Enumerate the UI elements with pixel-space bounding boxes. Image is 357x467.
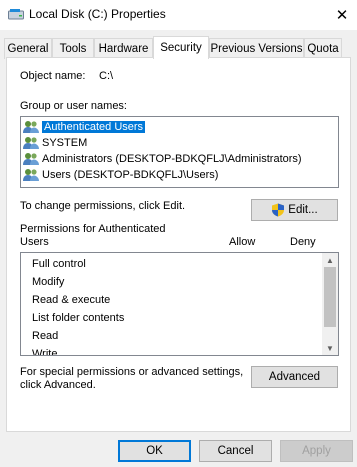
- title-bar[interactable]: Local Disk (C:) Properties ✕: [0, 0, 357, 30]
- cancel-button[interactable]: Cancel: [199, 440, 272, 462]
- permission-row: Modify: [32, 274, 64, 290]
- users-group-icon: [23, 121, 39, 133]
- scroll-down-icon[interactable]: ▼: [322, 341, 338, 355]
- object-name-label: Object name:: [20, 70, 86, 82]
- deny-column-header: Deny: [290, 236, 316, 248]
- permission-label: Modify: [32, 276, 65, 288]
- list-item-system[interactable]: SYSTEM: [23, 135, 341, 151]
- tab-quota[interactable]: Quota: [304, 38, 342, 59]
- advanced-hint-line1: For special permissions or advanced sett…: [20, 366, 244, 378]
- tab-strip: General Tools Hardware Security Previous…: [4, 36, 353, 59]
- close-button[interactable]: ✕: [327, 0, 357, 30]
- advanced-hint-line2: click Advanced.: [20, 379, 96, 391]
- advanced-button[interactable]: Advanced: [251, 366, 338, 388]
- apply-button-label: Apply: [302, 445, 331, 457]
- cancel-button-label: Cancel: [217, 445, 254, 457]
- tab-security[interactable]: Security: [153, 36, 209, 59]
- tab-tools[interactable]: Tools: [52, 38, 94, 59]
- security-panel: Object name: C:\ Group or user names: Au…: [6, 57, 351, 432]
- allow-column-header: Allow: [229, 236, 256, 248]
- user-label: Authenticated Users: [42, 121, 146, 133]
- users-group-icon: [23, 153, 39, 165]
- users-group-icon: [23, 169, 39, 181]
- edit-button-label: Edit...: [288, 204, 318, 216]
- permissions-title-line2: Users: [20, 236, 49, 248]
- permission-label: List folder contents: [32, 312, 125, 324]
- permissions-title-line1: Permissions for Authenticated: [20, 223, 166, 235]
- tab-general[interactable]: General: [4, 38, 52, 59]
- apply-button[interactable]: Apply: [280, 440, 353, 462]
- permission-label: Full control: [32, 258, 86, 270]
- tab-label: General: [7, 43, 49, 55]
- scroll-up-icon[interactable]: ▲: [322, 253, 338, 267]
- permission-label: Write: [32, 348, 58, 356]
- permission-row: Read: [32, 328, 58, 344]
- user-label: Users (DESKTOP-BDKQFLJ\Users): [42, 169, 219, 181]
- tab-hardware[interactable]: Hardware: [94, 38, 153, 59]
- user-label: Administrators (DESKTOP-BDKQFLJ\Administ…: [42, 153, 302, 165]
- user-list[interactable]: Authenticated Users SYSTEM Administrator…: [20, 116, 339, 188]
- close-icon: ✕: [335, 7, 349, 24]
- scroll-thumb[interactable]: [324, 267, 336, 327]
- object-name-value: C:\: [99, 70, 114, 82]
- permissions-scrollbar[interactable]: ▲ ▼: [322, 253, 338, 355]
- tab-label: Quota: [307, 43, 339, 55]
- window-title: Local Disk (C:) Properties: [29, 7, 166, 21]
- tab-label: Hardware: [98, 43, 149, 55]
- tab-label: Previous Versions: [210, 43, 303, 55]
- advanced-button-label: Advanced: [268, 371, 321, 383]
- users-group-icon: [23, 137, 39, 149]
- ok-button-label: OK: [146, 445, 163, 457]
- list-item-users[interactable]: Users (DESKTOP-BDKQFLJ\Users): [23, 167, 341, 183]
- drive-icon: [8, 9, 24, 20]
- permission-row: Write: [32, 346, 58, 356]
- uac-shield-icon: [272, 203, 285, 217]
- list-item-authenticated-users[interactable]: Authenticated Users: [23, 119, 341, 135]
- permission-label: Read: [32, 330, 59, 342]
- permission-label: Read & execute: [32, 294, 111, 306]
- tab-label: Tools: [59, 43, 87, 55]
- permission-row: Full control: [32, 256, 86, 272]
- change-permissions-hint: To change permissions, click Edit.: [20, 200, 186, 212]
- list-item-administrators[interactable]: Administrators (DESKTOP-BDKQFLJ\Administ…: [23, 151, 341, 167]
- permission-row: Read & execute: [32, 292, 110, 308]
- edit-button[interactable]: Edit...: [251, 199, 338, 221]
- ok-button[interactable]: OK: [118, 440, 191, 462]
- user-label: SYSTEM: [42, 137, 88, 149]
- group-names-label: Group or user names:: [20, 100, 127, 112]
- tab-label: Security: [160, 42, 202, 54]
- tab-previous-versions[interactable]: Previous Versions: [209, 38, 304, 59]
- permission-row: List folder contents: [32, 310, 124, 326]
- permissions-list[interactable]: Full control Modify Read & execute List …: [20, 252, 339, 356]
